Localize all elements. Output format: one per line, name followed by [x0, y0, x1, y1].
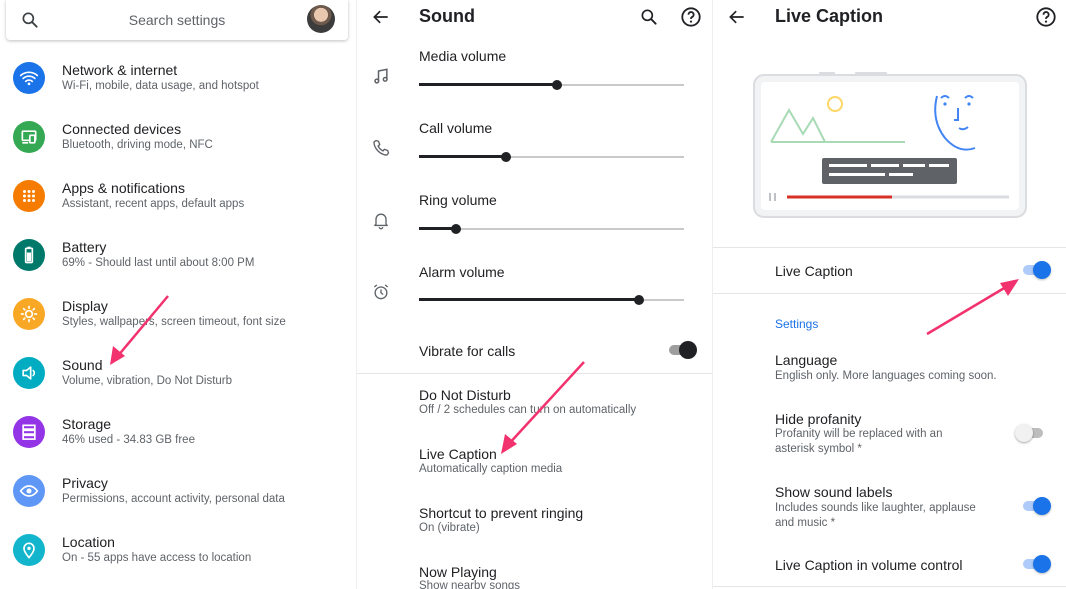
page-title: Sound: [419, 6, 475, 26]
hide-profanity-subtitle-line2: asterisk symbol *: [775, 443, 862, 455]
settings-item-title: Display: [62, 298, 108, 314]
privacy-eye-icon: [13, 475, 45, 507]
back-arrow-icon[interactable]: [727, 7, 747, 27]
slider-thumb[interactable]: [551, 80, 562, 90]
alarm-clock-icon: [373, 284, 389, 300]
media-volume-label: Media volume: [419, 48, 507, 64]
avatar[interactable]: [307, 5, 335, 33]
settings-item-sound[interactable]: Sound Volume, vibration, Do Not Disturb: [0, 357, 356, 416]
settings-item-subtitle: Wi-Fi, mobile, data usage, and hotspot: [62, 80, 259, 92]
apps-grid-icon: [13, 180, 45, 212]
location-pin-icon: [13, 534, 45, 566]
sound-panel: Sound Media volume Call volume Ring volu…: [356, 0, 712, 589]
settings-item-connected-devices[interactable]: Connected devices Bluetooth, driving mod…: [0, 121, 356, 180]
app-bar: Live Caption: [713, 0, 1066, 34]
alarm-volume-slider[interactable]: [419, 295, 684, 305]
settings-item-title: Apps & notifications: [62, 180, 185, 196]
show-sound-labels-toggle[interactable]: [1021, 497, 1051, 515]
list-item-title: Do Not Disturb: [419, 387, 511, 403]
settings-item-apps[interactable]: Apps & notifications Assistant, recent a…: [0, 180, 356, 239]
search-placeholder: Search settings: [128, 12, 226, 28]
language-title: Language: [775, 352, 838, 368]
settings-item-title: Connected devices: [62, 121, 182, 137]
hide-profanity-subtitle-line1: Profanity will be replaced with an: [775, 428, 943, 440]
back-arrow-icon[interactable]: [371, 7, 391, 27]
settings-section-header: Settings: [775, 317, 819, 331]
settings-item-subtitle: 69% - Should last until about 8:00 PM: [62, 257, 255, 269]
hide-profanity-toggle[interactable]: [1015, 424, 1045, 442]
settings-item-subtitle: Permissions, account activity, personal …: [62, 493, 285, 505]
list-item-subtitle: Automatically caption media: [419, 463, 563, 475]
slider-thumb[interactable]: [451, 224, 462, 234]
wifi-icon: [13, 62, 45, 94]
settings-item-privacy[interactable]: Privacy Permissions, account activity, p…: [0, 475, 356, 534]
battery-icon: [13, 239, 45, 271]
live-caption-toggle[interactable]: [1021, 261, 1051, 279]
alarm-volume-label: Alarm volume: [419, 264, 505, 280]
slider-thumb[interactable]: [501, 152, 512, 162]
settings-item-title: Sound: [62, 357, 103, 373]
settings-item-title: Network & internet: [62, 62, 178, 78]
hide-profanity-title: Hide profanity: [775, 411, 862, 427]
live-caption-illustration: [753, 72, 1027, 218]
volume-control-toggle[interactable]: [1021, 555, 1051, 573]
settings-item-subtitle: Bluetooth, driving mode, NFC: [62, 139, 213, 151]
vibrate-for-calls-label: Vibrate for calls: [419, 343, 516, 359]
speaker-icon: [13, 357, 45, 389]
settings-panel: Search settings Network & internet Wi-Fi…: [0, 0, 356, 589]
call-volume-slider[interactable]: [419, 152, 684, 162]
list-item-title: Now Playing: [419, 564, 497, 580]
ring-volume-label: Ring volume: [419, 192, 497, 208]
list-item-title: Live Caption: [419, 446, 497, 462]
language-subtitle: English only. More languages coming soon…: [775, 370, 997, 382]
list-item-title: Shortcut to prevent ringing: [419, 505, 584, 521]
settings-item-display[interactable]: Display Styles, wallpapers, screen timeo…: [0, 298, 356, 357]
settings-item-title: Battery: [62, 239, 107, 255]
search-bar[interactable]: Search settings: [6, 0, 348, 40]
live-caption-toggle-label: Live Caption: [775, 263, 853, 279]
show-sound-labels-subtitle-line2: and music *: [775, 517, 836, 529]
settings-item-location[interactable]: Location On - 55 apps have access to loc…: [0, 534, 356, 589]
vibrate-for-calls-toggle[interactable]: [667, 341, 697, 359]
show-sound-labels-subtitle-line1: Includes sounds like laughter, applause: [775, 502, 976, 514]
show-sound-labels-title: Show sound labels: [775, 484, 893, 500]
settings-item-storage[interactable]: Storage 46% used - 34.83 GB free: [0, 416, 356, 475]
brightness-icon: [13, 298, 45, 330]
ring-volume-slider[interactable]: [419, 224, 684, 234]
settings-item-subtitle: 46% used - 34.83 GB free: [62, 434, 195, 446]
settings-item-subtitle: Volume, vibration, Do Not Disturb: [62, 375, 233, 387]
list-item-subtitle: Off / 2 schedules can turn on automatica…: [419, 404, 637, 416]
divider: [713, 586, 1066, 587]
divider: [713, 293, 1066, 294]
list-item-subtitle: Show nearby songs: [419, 580, 521, 589]
settings-item-subtitle: Styles, wallpapers, screen timeout, font…: [62, 316, 286, 328]
devices-icon: [13, 121, 45, 153]
phone-icon: [373, 139, 390, 156]
call-volume-label: Call volume: [419, 120, 493, 136]
media-volume-slider[interactable]: [419, 80, 684, 90]
bell-icon: [374, 213, 388, 230]
help-icon[interactable]: [680, 6, 702, 28]
settings-item-network[interactable]: Network & internet Wi-Fi, mobile, data u…: [0, 62, 356, 121]
help-icon[interactable]: [1035, 6, 1057, 28]
settings-item-title: Privacy: [62, 475, 108, 491]
divider: [357, 373, 712, 374]
search-icon[interactable]: [639, 7, 659, 27]
page-title: Live Caption: [775, 6, 884, 26]
settings-item-title: Storage: [62, 416, 112, 432]
settings-item-title: Location: [62, 534, 115, 550]
volume-control-title: Live Caption in volume control: [775, 557, 963, 573]
settings-item-subtitle: Assistant, recent apps, default apps: [62, 198, 245, 210]
music-note-icon: [374, 68, 388, 84]
settings-item-subtitle: On - 55 apps have access to location: [62, 552, 252, 564]
slider-thumb[interactable]: [633, 295, 644, 305]
divider: [713, 247, 1066, 248]
storage-icon: [13, 416, 45, 448]
settings-item-battery[interactable]: Battery 69% - Should last until about 8:…: [0, 239, 356, 298]
app-bar: Sound: [357, 0, 712, 34]
list-item-subtitle: On (vibrate): [419, 522, 480, 534]
live-caption-panel: Live Caption Live Caption Settings Langu…: [712, 0, 1066, 589]
